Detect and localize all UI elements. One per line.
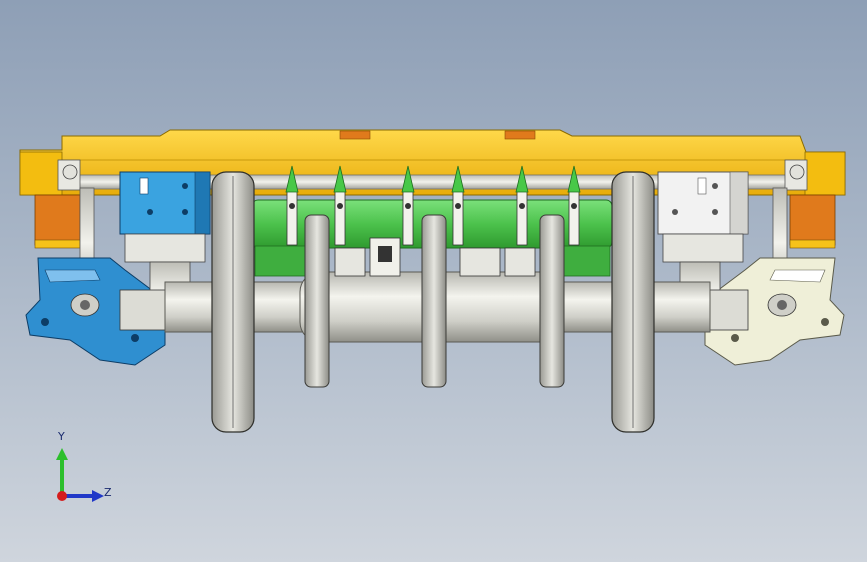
z-axis-label: Z bbox=[104, 486, 112, 499]
y-axis-arrowhead bbox=[56, 448, 68, 460]
x-axis-origin bbox=[57, 491, 67, 501]
cad-viewport[interactable]: Y Z bbox=[0, 0, 867, 562]
y-axis-label: Y bbox=[58, 430, 65, 443]
z-axis-arrowhead bbox=[92, 490, 104, 502]
bogie-assembly-model[interactable] bbox=[0, 0, 867, 562]
axis-triad: Y Z bbox=[40, 430, 120, 520]
